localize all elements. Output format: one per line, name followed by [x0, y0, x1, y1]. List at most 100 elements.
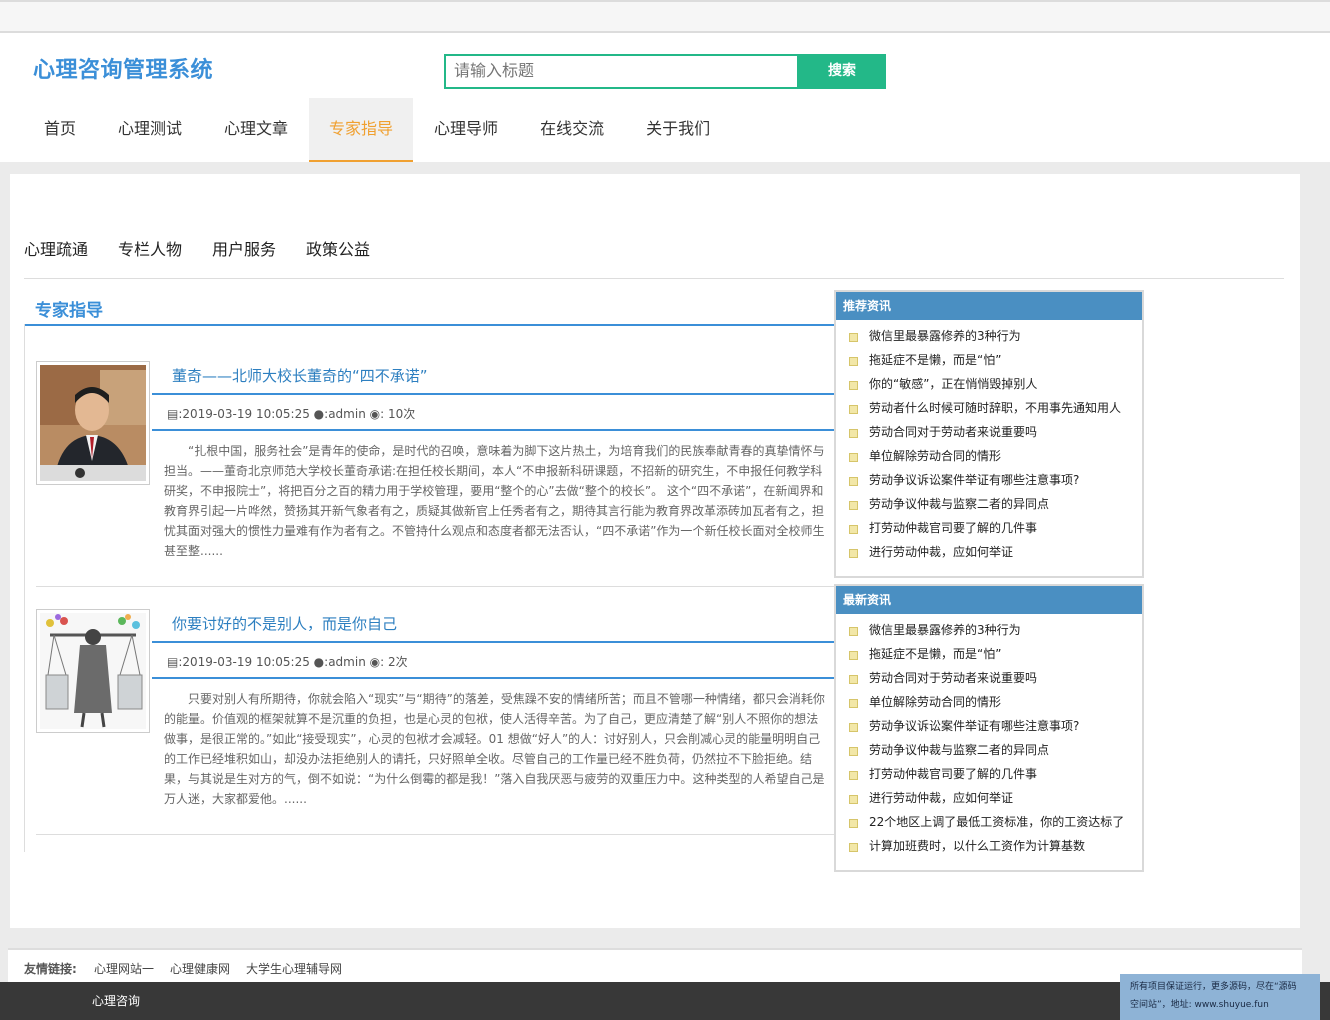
friend-link[interactable]: 心理健康网 — [170, 960, 230, 977]
list-item[interactable]: 劳动争议诉讼案件举证有哪些注意事项? — [849, 468, 1142, 492]
article-title-underline — [152, 641, 834, 643]
article-views: : 10次 — [380, 407, 416, 421]
list-bullet-icon — [849, 381, 858, 390]
list-item[interactable]: 劳动者什么时候可随时辞职，不用事先通知用人 — [849, 396, 1142, 420]
news-link[interactable]: 计算加班费时，以什么工资作为计算基数 — [869, 839, 1085, 853]
list-item[interactable]: 你的“敏感”，正在悄悄毁掉别人 — [849, 372, 1142, 396]
list-item[interactable]: 劳动争议诉讼案件举证有哪些注意事项? — [849, 714, 1142, 738]
friend-link[interactable]: 心理网站一 — [94, 960, 154, 977]
article-meta: ▤:2019-03-19 10:05:25 ●:admin ◉: 2次 — [167, 653, 408, 670]
news-link[interactable]: 进行劳动仲裁，应如何举证 — [869, 791, 1013, 805]
divider — [24, 278, 1284, 279]
news-link[interactable]: 劳动争议仲裁与监察二者的异同点 — [869, 497, 1049, 511]
list-item[interactable]: 打劳动仲裁官司要了解的几件事 — [849, 516, 1142, 540]
divider — [36, 834, 834, 835]
list-bullet-icon — [849, 819, 858, 828]
news-link[interactable]: 劳动争议诉讼案件举证有哪些注意事项? — [869, 473, 1079, 487]
calendar-icon: ▤ — [167, 655, 179, 669]
subnav-item-columnists[interactable]: 专栏人物 — [118, 236, 182, 266]
news-link[interactable]: 劳动争议诉讼案件举证有哪些注意事项? — [869, 719, 1079, 733]
portrait-image — [40, 365, 146, 481]
nav-item-psych-test[interactable]: 心理测试 — [97, 98, 203, 162]
list-bullet-icon — [849, 405, 858, 414]
news-link[interactable]: 打劳动仲裁官司要了解的几件事 — [869, 767, 1037, 781]
news-link[interactable]: 打劳动仲裁官司要了解的几件事 — [869, 521, 1037, 535]
list-item[interactable]: 劳动争议仲裁与监察二者的异同点 — [849, 738, 1142, 762]
news-link[interactable]: 你的“敏感”，正在悄悄毁掉别人 — [869, 377, 1037, 391]
list-item[interactable]: 微信里最暴露修养的3种行为 — [849, 618, 1142, 642]
news-link[interactable]: 单位解除劳动合同的情形 — [869, 449, 1001, 463]
friend-link[interactable]: 大学生心理辅导网 — [246, 960, 342, 977]
user-icon: ● — [313, 407, 325, 421]
subnav-item-counseling[interactable]: 心理疏通 — [24, 236, 88, 266]
article-summary: “扎根中国，服务社会”是青年的使命，是时代的召唤，意味着为脚下这片热土，为培育我… — [164, 444, 825, 558]
list-item[interactable]: 单位解除劳动合同的情形 — [849, 444, 1142, 468]
news-link[interactable]: 拖延症不是懒，而是“怕” — [869, 647, 1001, 661]
list-item[interactable]: 计算加班费时，以什么工资作为计算基数 — [849, 834, 1142, 858]
article-author: :admin — [324, 407, 366, 421]
news-link[interactable]: 进行劳动仲裁，应如何举证 — [869, 545, 1013, 559]
section-title-underline — [24, 324, 834, 326]
list-item[interactable]: 进行劳动仲裁，应如何举证 — [849, 540, 1142, 564]
list-bullet-icon — [849, 429, 858, 438]
news-link[interactable]: 劳动合同对于劳动者来说重要吗 — [869, 425, 1037, 439]
news-link[interactable]: 劳动合同对于劳动者来说重要吗 — [869, 671, 1037, 685]
list-item[interactable]: 拖延症不是懒，而是“怕” — [849, 642, 1142, 666]
list-bullet-icon — [849, 333, 858, 342]
search-input[interactable] — [444, 54, 799, 89]
nav-item-expert-guidance[interactable]: 专家指导 — [309, 98, 414, 162]
article-item: 你要讨好的不是别人，而是你自己 ▤:2019-03-19 10:05:25 ●:… — [36, 609, 834, 835]
article-title[interactable]: 你要讨好的不是别人，而是你自己 — [172, 613, 397, 634]
list-bullet-icon — [849, 549, 858, 558]
list-item[interactable]: 打劳动仲裁官司要了解的几件事 — [849, 762, 1142, 786]
article-date: :2019-03-19 10:05:25 — [178, 655, 310, 669]
news-link[interactable]: 单位解除劳动合同的情形 — [869, 695, 1001, 709]
subnav-item-policy[interactable]: 政策公益 — [306, 236, 370, 266]
article-title-underline — [152, 393, 834, 395]
nav-item-psych-mentor[interactable]: 心理导师 — [413, 98, 519, 162]
list-bullet-icon — [849, 723, 858, 732]
list-item[interactable]: 单位解除劳动合同的情形 — [849, 690, 1142, 714]
list-item[interactable]: 22个地区上调了最低工资标准，你的工资达标了 — [849, 810, 1142, 834]
search-button[interactable]: 搜索 — [798, 54, 886, 89]
list-item[interactable]: 微信里最暴露修养的3种行为 — [849, 324, 1142, 348]
list-item[interactable]: 劳动合同对于劳动者来说重要吗 — [849, 666, 1142, 690]
news-link[interactable]: 22个地区上调了最低工资标准，你的工资达标了 — [869, 815, 1124, 829]
news-link[interactable]: 微信里最暴露修养的3种行为 — [869, 329, 1021, 343]
news-list: 微信里最暴露修养的3种行为 拖延症不是懒，而是“怕” 你的“敏感”，正在悄悄毁掉… — [836, 320, 1142, 564]
list-bullet-icon — [849, 651, 858, 660]
list-item[interactable]: 拖延症不是懒，而是“怕” — [849, 348, 1142, 372]
illustration-image — [40, 613, 146, 729]
list-bullet-icon — [849, 699, 858, 708]
subnav-item-user-service[interactable]: 用户服务 — [212, 236, 276, 266]
list-bullet-icon — [849, 771, 858, 780]
article-author: :admin — [324, 655, 366, 669]
list-item[interactable]: 劳动合同对于劳动者来说重要吗 — [849, 420, 1142, 444]
news-link[interactable]: 微信里最暴露修养的3种行为 — [869, 623, 1021, 637]
friend-links-bar: 友情链接: 心理网站一 心理健康网 大学生心理辅导网 — [8, 948, 1302, 982]
article-title[interactable]: 董奇——北师大校长董奇的“四不承诺” — [172, 365, 428, 386]
news-link[interactable]: 劳动争议仲裁与监察二者的异同点 — [869, 743, 1049, 757]
friend-links-list: 心理网站一 心理健康网 大学生心理辅导网 — [94, 960, 358, 977]
article-thumbnail[interactable] — [36, 609, 150, 733]
section-title: 专家指导 — [35, 301, 103, 321]
notice-line: 所有项目保证运行，更多源码，尽在“源码 — [1130, 982, 1297, 992]
list-item[interactable]: 劳动争议仲裁与监察二者的异同点 — [849, 492, 1142, 516]
article-meta-underline — [152, 677, 834, 679]
site-logo[interactable]: 心理咨询管理系统 — [33, 52, 213, 84]
nav-item-about-us[interactable]: 关于我们 — [625, 98, 731, 162]
list-bullet-icon — [849, 747, 858, 756]
news-link[interactable]: 劳动者什么时候可随时辞职，不用事先通知用人 — [869, 401, 1121, 415]
main-nav: 首页 心理测试 心理文章 专家指导 心理导师 在线交流 关于我们 — [23, 98, 731, 162]
nav-item-online-chat[interactable]: 在线交流 — [519, 98, 625, 162]
nav-item-psych-articles[interactable]: 心理文章 — [203, 98, 309, 162]
recommended-news-panel: 推荐资讯 微信里最暴露修养的3种行为 拖延症不是懒，而是“怕” 你的“敏感”，正… — [834, 290, 1144, 578]
news-link[interactable]: 拖延症不是懒，而是“怕” — [869, 353, 1001, 367]
list-bullet-icon — [849, 525, 858, 534]
list-item[interactable]: 进行劳动仲裁，应如何举证 — [849, 786, 1142, 810]
divider — [36, 586, 834, 587]
article-thumbnail[interactable] — [36, 361, 150, 485]
nav-item-home[interactable]: 首页 — [23, 98, 97, 162]
friend-links-label: 友情链接: — [24, 962, 77, 976]
list-bullet-icon — [849, 357, 858, 366]
